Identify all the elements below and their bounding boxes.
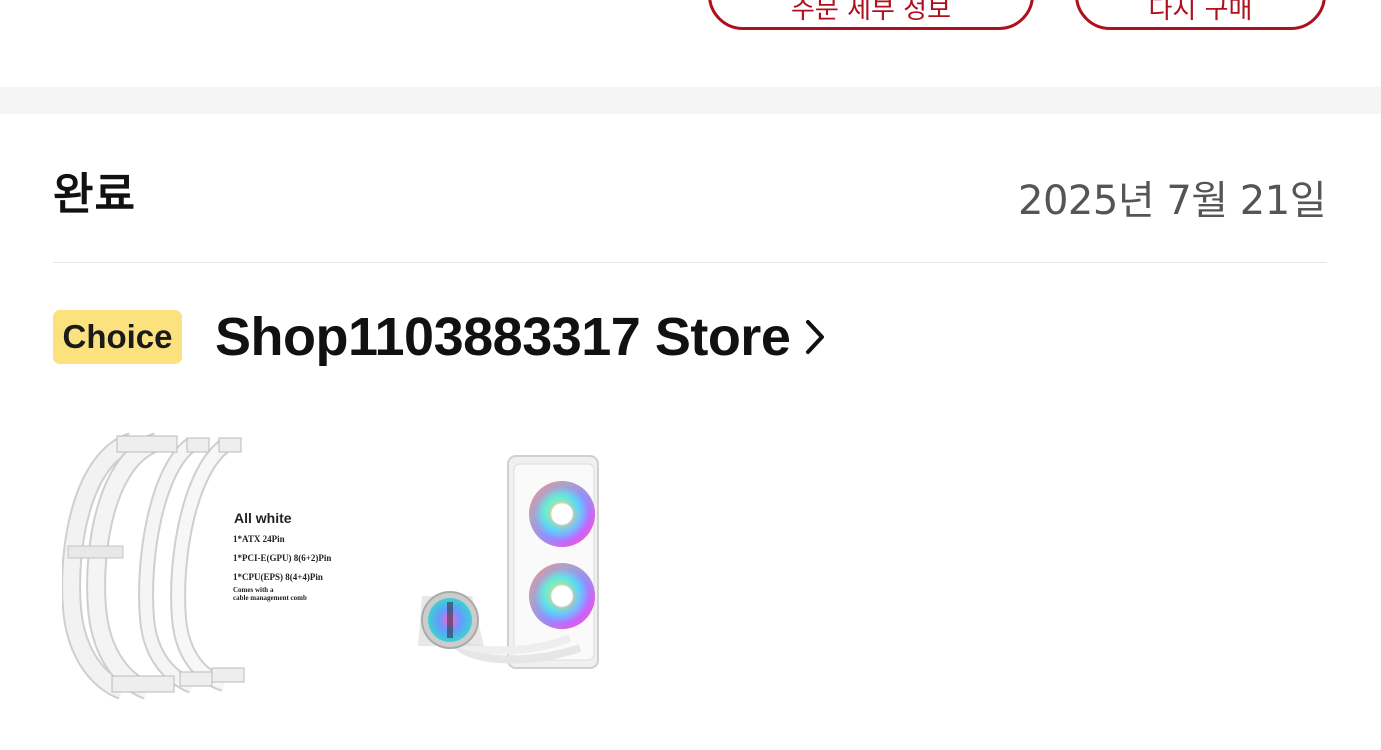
product-caption-line: Comes with a <box>233 586 274 594</box>
product-caption-title: All white <box>234 510 292 526</box>
top-action-area: 주문 세부 정보 다시 구매 <box>0 0 1381 87</box>
store-link[interactable]: Shop1103883317 Store <box>215 306 826 368</box>
section-separator <box>0 87 1381 114</box>
order-details-label: 주문 세부 정보 <box>790 0 952 25</box>
product-caption-line: 1*PCI-E(GPU) 8(6+2)Pin <box>233 553 332 563</box>
order-details-button[interactable]: 주문 세부 정보 <box>708 0 1034 30</box>
product-image-cable-kit[interactable]: All white 1*ATX 24Pin 1*PCI-E(GPU) 8(6+2… <box>62 428 332 700</box>
buy-again-label: 다시 구매 <box>1148 0 1253 25</box>
buy-again-button[interactable]: 다시 구매 <box>1075 0 1326 30</box>
product-image-cooler[interactable] <box>410 450 610 675</box>
order-date: 2025년 7월 21일 <box>1018 178 1326 224</box>
product-caption-line: 1*ATX 24Pin <box>233 534 285 544</box>
divider <box>53 262 1327 263</box>
aio-liquid-cooler-image <box>418 455 599 669</box>
chevron-right-icon <box>806 320 825 354</box>
product-caption-line: 1*CPU(EPS) 8(4+4)Pin <box>233 572 323 582</box>
choice-badge: Choice <box>53 310 182 364</box>
psu-extension-cable-image <box>62 432 245 700</box>
order-status: 완료 <box>53 169 136 220</box>
product-caption-line: cable management comb <box>233 594 307 602</box>
store-name: Shop1103883317 Store <box>215 307 791 367</box>
